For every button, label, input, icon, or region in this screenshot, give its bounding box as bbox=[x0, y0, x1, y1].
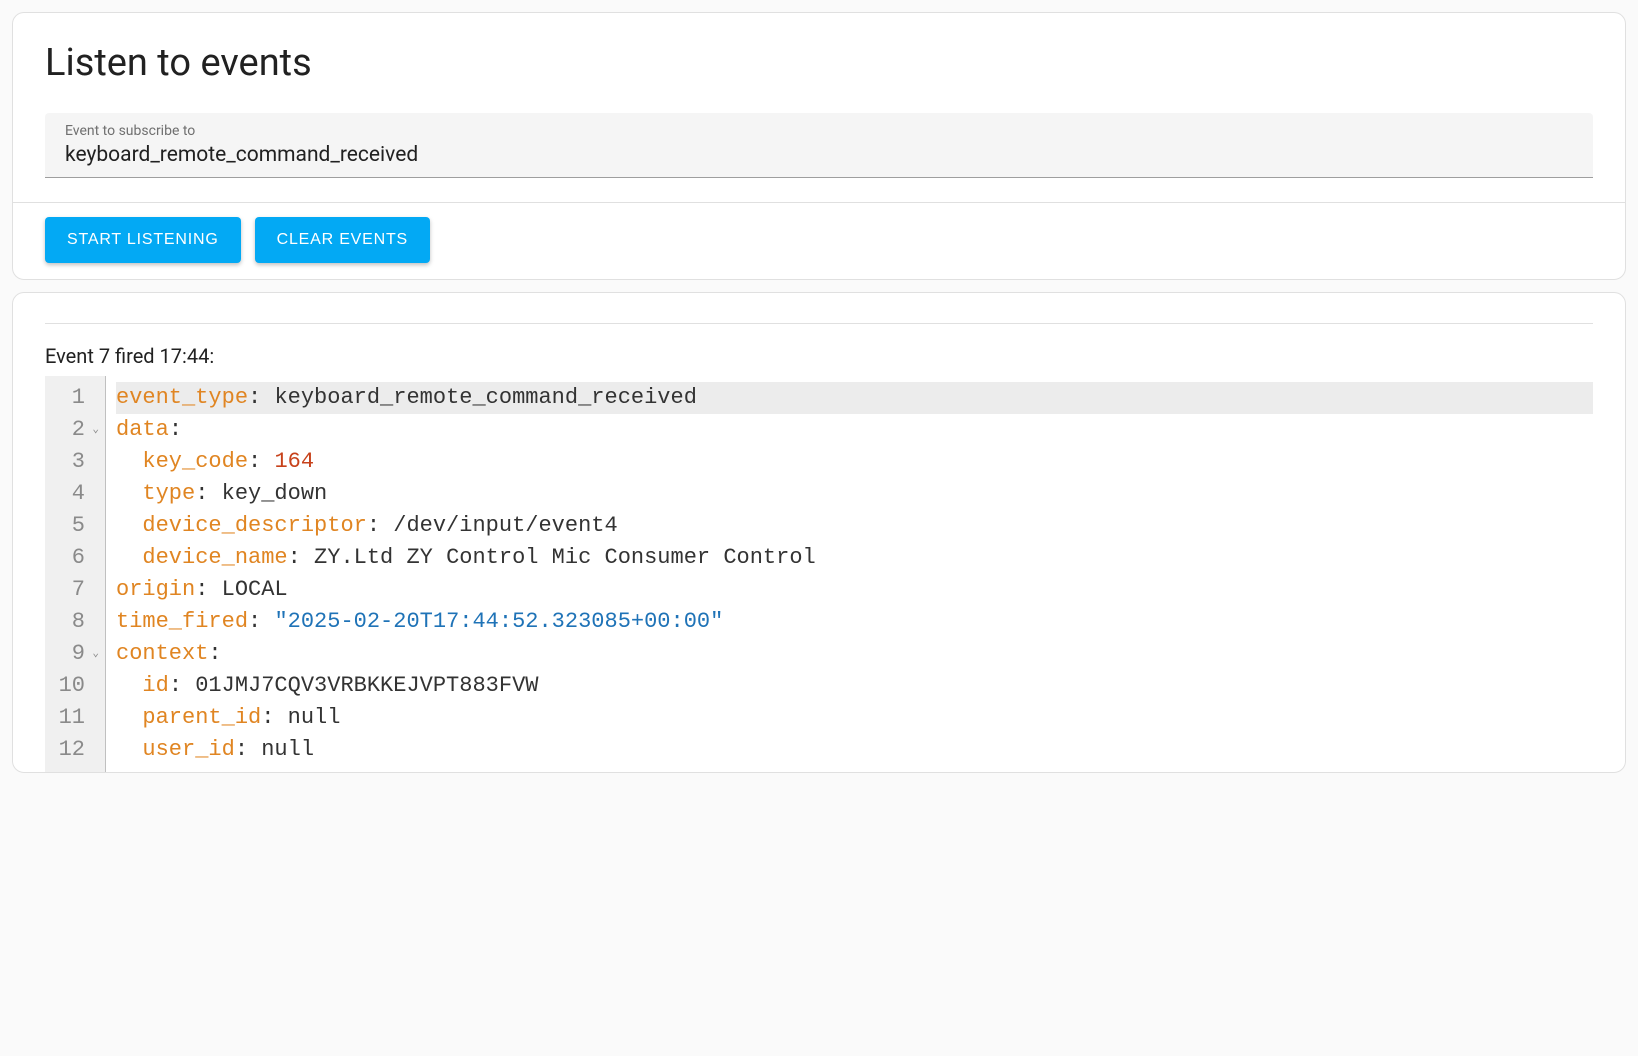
code-content: event_type: keyboard_remote_command_rece… bbox=[105, 376, 1593, 772]
event-subscribe-input[interactable] bbox=[65, 143, 1573, 167]
gutter-line: 7 bbox=[55, 574, 99, 606]
line-number: 8 bbox=[72, 606, 85, 638]
line-number: 2 bbox=[72, 414, 85, 446]
code-line: device_name: ZY.Ltd ZY Control Mic Consu… bbox=[116, 542, 1593, 574]
code-line: origin: LOCAL bbox=[116, 574, 1593, 606]
line-number: 11 bbox=[59, 702, 85, 734]
line-number: 9 bbox=[72, 638, 85, 670]
gutter-line: 10 bbox=[55, 670, 99, 702]
gutter-line: 4 bbox=[55, 478, 99, 510]
events-card-body: Event 7 fired 17:44: 12⌄3456789⌄101112 e… bbox=[13, 323, 1625, 772]
code-line: id: 01JMJ7CQV3VRBKKEJVPT883FVW bbox=[116, 670, 1593, 702]
gutter-line: 9⌄ bbox=[55, 638, 99, 670]
code-line: type: key_down bbox=[116, 478, 1593, 510]
code-line: event_type: keyboard_remote_command_rece… bbox=[116, 382, 1593, 414]
line-number: 10 bbox=[59, 670, 85, 702]
event-subscribe-label: Event to subscribe to bbox=[65, 123, 1573, 139]
code-line: key_code: 164 bbox=[116, 446, 1593, 478]
gutter-line: 3 bbox=[55, 446, 99, 478]
start-listening-button[interactable]: START LISTENING bbox=[45, 217, 241, 263]
line-number: 12 bbox=[59, 734, 85, 766]
gutter-line: 12 bbox=[55, 734, 99, 766]
gutter-line: 6 bbox=[55, 542, 99, 574]
gutter-line: 2⌄ bbox=[55, 414, 99, 446]
line-number: 3 bbox=[72, 446, 85, 478]
listen-card-actions: START LISTENING CLEAR EVENTS bbox=[13, 202, 1625, 279]
gutter-line: 1 bbox=[55, 382, 99, 414]
line-number: 7 bbox=[72, 574, 85, 606]
event-code-viewer: 12⌄3456789⌄101112 event_type: keyboard_r… bbox=[45, 376, 1593, 772]
listen-card-title: Listen to events bbox=[45, 41, 1593, 85]
gutter-line: 8 bbox=[55, 606, 99, 638]
line-number: 4 bbox=[72, 478, 85, 510]
clear-events-button[interactable]: CLEAR EVENTS bbox=[255, 217, 430, 263]
fold-toggle-icon[interactable]: ⌄ bbox=[89, 638, 99, 670]
code-line: user_id: null bbox=[116, 734, 1593, 766]
code-line: parent_id: null bbox=[116, 702, 1593, 734]
events-output-card: Event 7 fired 17:44: 12⌄3456789⌄101112 e… bbox=[12, 292, 1626, 773]
listen-events-card: Listen to events Event to subscribe to S… bbox=[12, 12, 1626, 280]
gutter-line: 11 bbox=[55, 702, 99, 734]
line-number: 1 bbox=[72, 382, 85, 414]
fold-toggle-icon[interactable]: ⌄ bbox=[89, 414, 99, 446]
code-line: device_descriptor: /dev/input/event4 bbox=[116, 510, 1593, 542]
event-subscribe-field[interactable]: Event to subscribe to bbox=[45, 113, 1593, 178]
code-line: context: bbox=[116, 638, 1593, 670]
gutter-line: 5 bbox=[55, 510, 99, 542]
code-line: data: bbox=[116, 414, 1593, 446]
code-line: time_fired: "2025-02-20T17:44:52.323085+… bbox=[116, 606, 1593, 638]
line-number: 5 bbox=[72, 510, 85, 542]
line-number: 6 bbox=[72, 542, 85, 574]
code-gutter: 12⌄3456789⌄101112 bbox=[45, 376, 105, 772]
events-divider bbox=[45, 323, 1593, 324]
event-fired-header: Event 7 fired 17:44: bbox=[45, 344, 1593, 368]
listen-card-body: Listen to events Event to subscribe to bbox=[13, 13, 1625, 202]
